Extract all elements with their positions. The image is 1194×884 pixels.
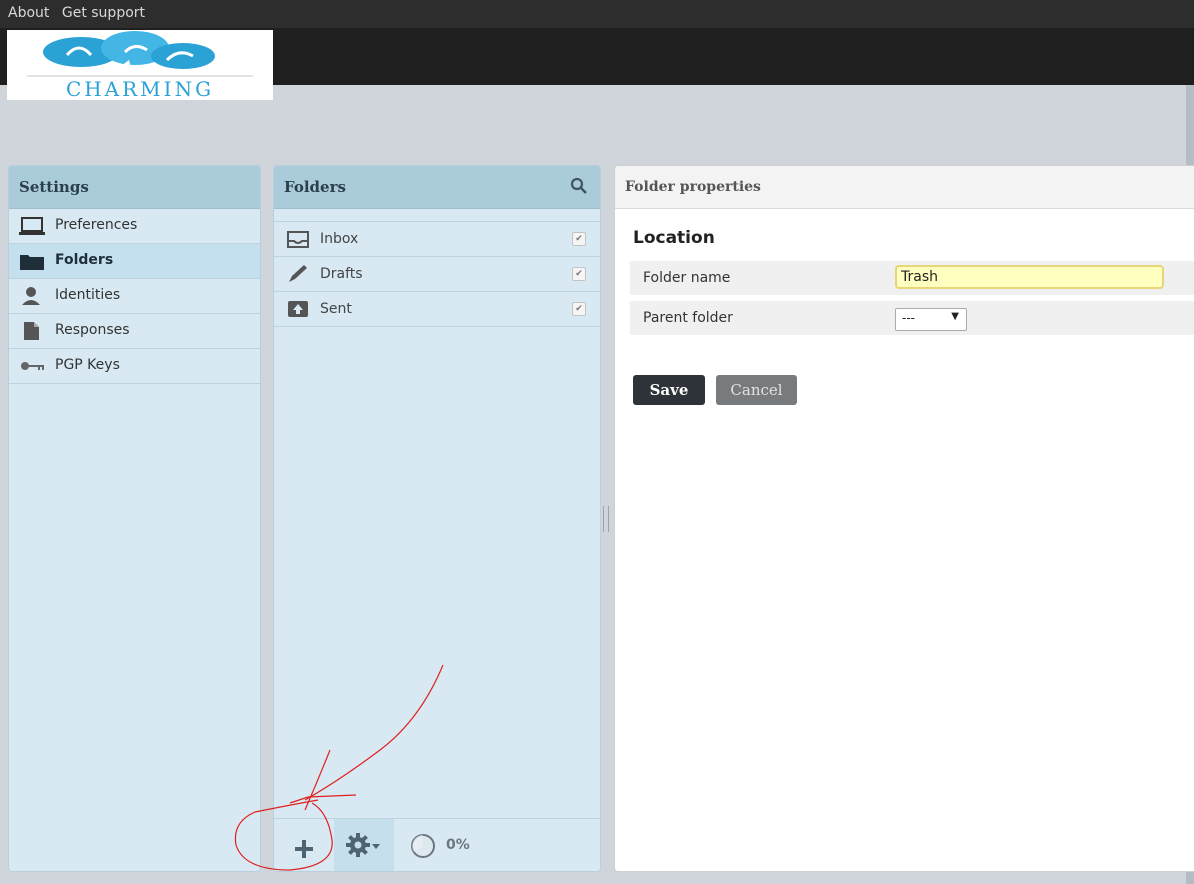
sidebar-item-label: Folders bbox=[55, 252, 114, 268]
folder-name-label: Folder name bbox=[643, 270, 731, 286]
subscribe-checkbox[interactable]: ✔ bbox=[572, 267, 586, 281]
sidebar-item-identities[interactable]: Identities bbox=[9, 279, 260, 314]
sidebar-item-responses[interactable]: Responses bbox=[9, 314, 260, 349]
gear-icon bbox=[346, 833, 370, 857]
sent-icon bbox=[288, 301, 308, 317]
folder-list: Inbox ✔ Drafts ✔ Sent ✔ bbox=[274, 221, 600, 327]
parent-folder-value: --- bbox=[902, 311, 915, 325]
get-support-link[interactable]: Get support bbox=[62, 0, 145, 26]
cancel-button[interactable]: Cancel bbox=[716, 375, 797, 405]
section-title: Location bbox=[633, 228, 715, 248]
parent-folder-row: Parent folder --- ▼ bbox=[630, 301, 1194, 335]
key-icon bbox=[21, 362, 44, 370]
settings-header: Settings bbox=[9, 166, 260, 209]
panel-splitter[interactable] bbox=[603, 506, 609, 532]
properties-header: Folder properties bbox=[615, 166, 1194, 209]
sidebar-item-preferences[interactable]: Preferences bbox=[9, 209, 260, 244]
parent-folder-label: Parent folder bbox=[643, 310, 733, 326]
folder-row-sent[interactable]: Sent ✔ bbox=[274, 292, 600, 327]
subscribe-checkbox[interactable]: ✔ bbox=[572, 302, 586, 316]
properties-title: Folder properties bbox=[625, 179, 761, 195]
dropdown-arrow-icon: ▼ bbox=[951, 311, 959, 322]
inbox-icon bbox=[287, 231, 309, 248]
plus-icon bbox=[295, 840, 313, 858]
folder-row-drafts[interactable]: Drafts ✔ bbox=[274, 257, 600, 292]
folders-panel: Folders Inbox ✔ Drafts ✔ Sent ✔ 0% bbox=[273, 165, 601, 872]
sidebar-item-label: Responses bbox=[55, 322, 130, 338]
add-folder-button[interactable] bbox=[274, 819, 334, 871]
settings-panel: Settings Preferences Folders Identities … bbox=[8, 165, 261, 872]
document-icon bbox=[24, 322, 39, 340]
folder-properties-panel: Folder properties Location Folder name P… bbox=[614, 165, 1194, 872]
parent-folder-select[interactable]: --- ▼ bbox=[895, 308, 967, 331]
logo-text: CHARMING bbox=[65, 77, 215, 101]
folder-name-row: Folder name bbox=[630, 261, 1194, 295]
folders-header: Folders bbox=[274, 166, 600, 209]
folder-options-button[interactable] bbox=[334, 819, 394, 871]
folder-label: Sent bbox=[320, 301, 352, 317]
folder-row-inbox[interactable]: Inbox ✔ bbox=[274, 222, 600, 257]
header: CHARMING bbox=[0, 28, 1194, 101]
search-icon[interactable] bbox=[570, 177, 588, 195]
sidebar-item-folders[interactable]: Folders bbox=[9, 244, 260, 279]
quota-pie-icon bbox=[411, 834, 435, 858]
about-link[interactable]: About bbox=[8, 0, 49, 26]
logo[interactable]: CHARMING bbox=[7, 30, 273, 101]
folders-footer: 0% bbox=[274, 818, 600, 871]
folder-name-field[interactable] bbox=[895, 265, 1164, 289]
sidebar-item-pgp-keys[interactable]: PGP Keys bbox=[9, 349, 260, 384]
laptop-icon bbox=[19, 217, 45, 235]
sidebar-item-label: PGP Keys bbox=[55, 357, 120, 373]
folders-title: Folders bbox=[284, 178, 346, 196]
subscribe-checkbox[interactable]: ✔ bbox=[572, 232, 586, 246]
logo-mark-icon bbox=[27, 31, 253, 77]
chevron-down-icon bbox=[372, 844, 380, 849]
folder-label: Drafts bbox=[320, 266, 363, 282]
folder-label: Inbox bbox=[320, 231, 359, 247]
sidebar-item-label: Preferences bbox=[55, 217, 138, 233]
quota-indicator: 0% bbox=[410, 833, 490, 859]
user-icon bbox=[22, 287, 40, 305]
pencil-icon bbox=[289, 265, 307, 282]
top-bar: About Get support bbox=[0, 0, 1194, 29]
sidebar-item-label: Identities bbox=[55, 287, 121, 303]
folder-icon bbox=[20, 255, 44, 270]
settings-title: Settings bbox=[19, 178, 89, 196]
quota-text: 0% bbox=[446, 837, 470, 853]
save-button[interactable]: Save bbox=[633, 375, 705, 405]
